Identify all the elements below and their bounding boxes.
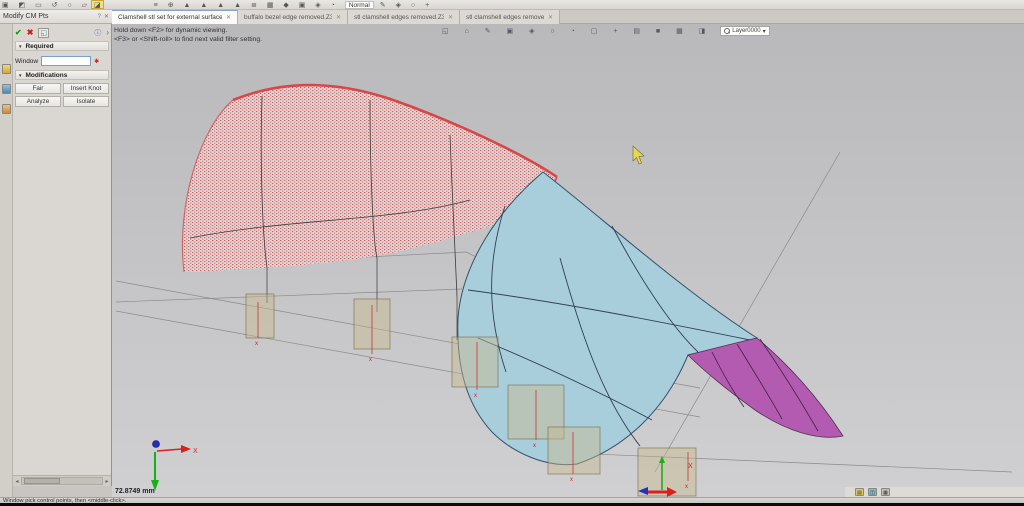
tab-label: stl clamshell edges removed.Z3PRT xyxy=(466,14,544,21)
graphics-viewport[interactable]: x x x x x x X xyxy=(112,24,1024,497)
panel-help-icon[interactable]: ? xyxy=(98,14,101,20)
tab-label: stl clamshell edges removed.Z3PRT xyxy=(354,14,444,21)
tab-close-icon[interactable]: ✕ xyxy=(548,14,553,21)
fair-button[interactable]: Fair xyxy=(15,83,61,94)
display-toggle-icon[interactable]: ◫ xyxy=(868,488,877,496)
viewport-3d-scene[interactable]: x x x x x x X xyxy=(112,24,1024,497)
status-icon-group: ▤ ◫ ▦ xyxy=(855,488,890,496)
tab-stl-clamshell-1[interactable]: stl clamshell edges removed.Z3PRT ✕ xyxy=(348,10,460,24)
select-tool-icon[interactable]: ◪ xyxy=(91,0,104,9)
layer-value: Layer0000 xyxy=(732,28,760,34)
viewport-toolbar: ◱ ⌂ ✎ ▣ ◈ ○ ◔ ▢ + ▤ ■ ▦ ◨ Layer0000 ▾ xyxy=(442,26,770,36)
dimension-readout: 72.8749 mm xyxy=(115,488,155,495)
visualize-icon[interactable] xyxy=(2,84,11,94)
svg-text:x: x xyxy=(533,443,536,449)
blue-surface[interactable] xyxy=(458,172,757,465)
panel-horizontal-scrollbar[interactable]: ◂ ▸ xyxy=(13,475,111,486)
hint-line-1: Hold down <F2> for dynamic viewing. xyxy=(114,26,262,35)
side-rail xyxy=(0,24,13,497)
app-window: ▣ ◩ ▭ ↺ ○ ▱ ◪ ≡ ⊕ ▲ ▲ ▲ ▲ ≣ ▦ ◆ ▣ ◈ ◔ No… xyxy=(0,0,1024,506)
panel-action-row: ✔ ✖ ◱ ⓘ › xyxy=(15,27,109,38)
svg-text:x: x xyxy=(685,484,688,490)
required-section-label: Required xyxy=(25,43,53,50)
modifications-section-header[interactable]: ▼ Modifications xyxy=(15,70,109,80)
filter-toggle-icon[interactable]: ▤ xyxy=(855,488,864,496)
layer-dropdown[interactable]: Layer0000 ▾ xyxy=(720,26,769,36)
info-icon[interactable]: ⓘ xyxy=(94,28,101,38)
document-tab-bar: Clamshell stl set for external surfaces.… xyxy=(112,10,1024,24)
scroll-left-icon[interactable]: ◂ xyxy=(13,478,21,485)
search-icon xyxy=(724,28,730,34)
tab-stl-clamshell-2[interactable]: stl clamshell edges removed.Z3PRT ✕ xyxy=(460,10,560,24)
isolate-button[interactable]: Isolate xyxy=(63,96,109,107)
prompt-hint: Hold down <F2> for dynamic viewing. <F3>… xyxy=(114,26,262,44)
grid-toggle-icon[interactable]: ▦ xyxy=(881,488,890,496)
qat-mid-icons[interactable]: ≡ ⊕ ▲ ▲ ▲ ▲ ≣ ▦ ◆ ▣ ◈ ◔ xyxy=(154,1,339,9)
required-section-header[interactable]: ▼ Required xyxy=(15,41,109,51)
panel-close-icon[interactable]: ✕ xyxy=(104,13,109,20)
window-field-row: Window ✱ xyxy=(15,55,109,67)
scroll-right-icon[interactable]: ▸ xyxy=(103,478,111,485)
panel-title: Modify CM Pts xyxy=(3,13,49,20)
panel-title-bar: Modify CM Pts ? ✕ xyxy=(0,10,112,24)
required-marker-icon: ✱ xyxy=(94,58,99,65)
cancel-button[interactable]: ✖ xyxy=(27,28,34,37)
tab-close-icon[interactable]: ✕ xyxy=(336,14,341,21)
tab-close-icon[interactable]: ✕ xyxy=(448,14,453,21)
chevron-down-icon: ▾ xyxy=(763,28,766,35)
expand-icon[interactable]: › xyxy=(106,28,109,37)
svg-text:x: x xyxy=(369,357,372,363)
viewport-tool-icons[interactable]: ◱ ⌂ ✎ ▣ ◈ ○ ◔ ▢ + ▤ ■ ▦ ◨ xyxy=(442,27,712,35)
x-axis-label: X xyxy=(688,463,693,470)
tab-clamshell-stl-set[interactable]: Clamshell stl set for external surfaces.… xyxy=(112,10,238,24)
wcs-triad: X xyxy=(151,441,198,492)
analyze-button[interactable]: Analyze xyxy=(15,96,61,107)
style-dropdown[interactable]: Normal xyxy=(345,1,374,9)
tab-label: Clamshell stl set for external surfaces.… xyxy=(118,14,222,21)
qat-left-icons[interactable]: ▣ ◩ ▭ ↺ ○ ▱ xyxy=(2,1,91,9)
manager-icon[interactable] xyxy=(2,64,11,74)
svg-text:x: x xyxy=(474,393,477,399)
scrollbar-thumb[interactable] xyxy=(24,478,60,484)
qat-right-icons[interactable]: ✎ ◈ ○ + xyxy=(380,1,433,9)
purple-surface[interactable] xyxy=(688,338,843,437)
svg-text:x: x xyxy=(570,477,573,483)
tab-close-icon[interactable]: ✕ xyxy=(226,14,231,21)
svg-text:x: x xyxy=(255,341,258,347)
window-input[interactable] xyxy=(41,56,91,66)
quick-access-toolbar: ▣ ◩ ▭ ↺ ○ ▱ ◪ ≡ ⊕ ▲ ▲ ▲ ▲ ≣ ▦ ◆ ▣ ◈ ◔ No… xyxy=(0,0,1024,10)
scrollbar-track[interactable] xyxy=(21,477,103,485)
ok-button[interactable]: ✔ xyxy=(15,28,22,37)
insert-knot-button[interactable]: Insert Knot xyxy=(63,83,109,94)
hint-line-2: <F3> or <Shift-roll> to find next valid … xyxy=(114,35,262,44)
collapse-icon[interactable]: ▼ xyxy=(18,73,22,78)
tab-label: buffalo bezel edge removed.Z3PRT xyxy=(244,14,332,21)
collapse-icon[interactable]: ▼ xyxy=(18,44,22,49)
apply-button[interactable]: ◱ xyxy=(38,28,49,38)
modifications-section-label: Modifications xyxy=(25,72,67,79)
assembly-icon[interactable] xyxy=(2,104,11,114)
tab-buffalo-bezel[interactable]: buffalo bezel edge removed.Z3PRT ✕ xyxy=(238,10,348,24)
x-axis-label: X xyxy=(193,448,198,455)
cursor-icon xyxy=(633,146,644,164)
modify-cm-pts-panel: ✔ ✖ ◱ ⓘ › ▼ Required Window ✱ ▼ Modifica… xyxy=(13,24,112,486)
window-label: Window xyxy=(15,58,38,65)
